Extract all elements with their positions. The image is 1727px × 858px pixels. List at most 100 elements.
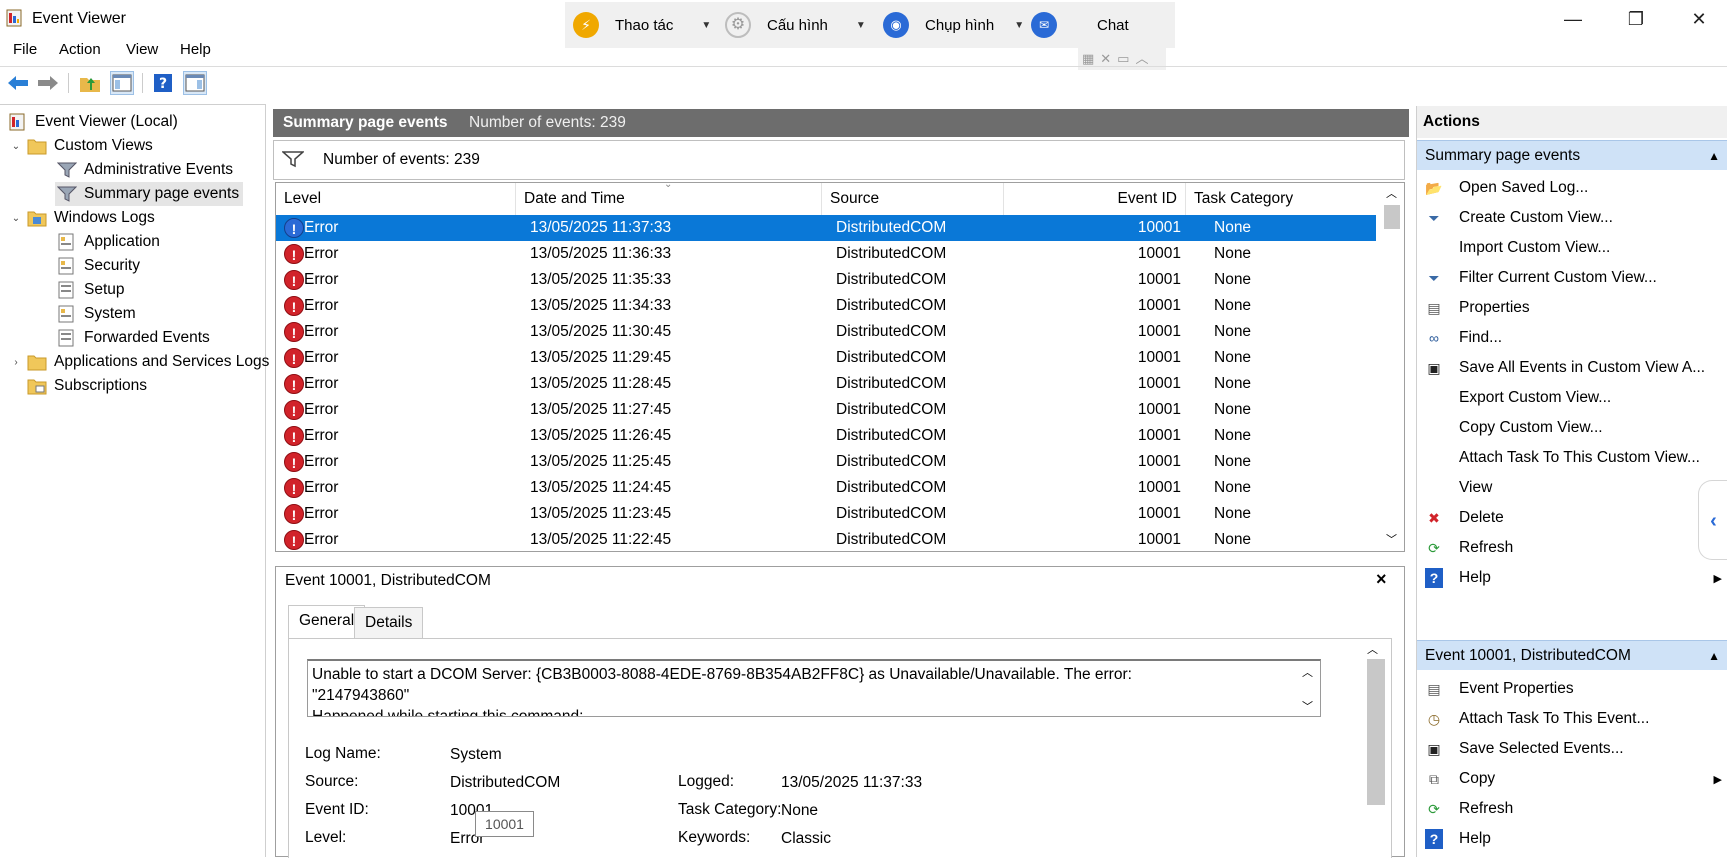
action-import-custom-view[interactable]: Import Custom View... (1417, 233, 1727, 263)
close-detail-button[interactable]: × (1376, 569, 1387, 590)
tree-item-windows-logs[interactable]: ⌄ Windows Logs (9, 206, 155, 230)
action-copy[interactable]: ⧉ Copy ▶ (1417, 764, 1727, 794)
table-row[interactable]: ! Error 13/05/2025 11:35:33 DistributedCOM 1… (276, 267, 1376, 293)
message-line: "2147943860" (312, 687, 410, 704)
action-create-custom-view[interactable]: ⏷ Create Custom View... (1417, 203, 1727, 233)
section-title: Summary page events (1425, 147, 1581, 164)
action-save-selected-events[interactable]: ▣ Save Selected Events... (1417, 734, 1727, 764)
tree-item-system[interactable]: System (57, 302, 136, 326)
menu-view[interactable]: View (126, 41, 158, 58)
action-label: View (1459, 479, 1493, 496)
table-row[interactable]: ! Error 13/05/2025 11:27:45 DistributedCOM 1… (276, 397, 1376, 423)
up-folder-button[interactable] (78, 71, 102, 95)
back-button[interactable] (6, 71, 30, 95)
column-header-event-id[interactable]: Event ID (1004, 183, 1186, 215)
action-attach-task-to-this-custom-view[interactable]: Attach Task To This Custom View... (1417, 443, 1727, 473)
tree-label: System (84, 305, 136, 322)
tab-details[interactable]: Details (354, 607, 424, 639)
help-icon: ? (1425, 568, 1443, 588)
table-row[interactable]: ! Error 13/05/2025 11:29:45 DistributedCOM 1… (276, 345, 1376, 371)
error-icon: ! (284, 270, 304, 290)
remote-side-handle[interactable]: ‹ (1698, 480, 1727, 560)
tree-item-setup[interactable]: Setup (57, 278, 125, 302)
menu-help[interactable]: Help (180, 41, 211, 58)
grid-vertical-scrollbar[interactable]: ︿ ﹀ (1380, 183, 1404, 551)
logged-label: Logged: (678, 773, 735, 790)
table-row[interactable]: ! Error 13/05/2025 11:25:45 DistributedCOM 1… (276, 449, 1376, 475)
action-properties[interactable]: ▤ Properties (1417, 293, 1727, 323)
tree-item-security[interactable]: Security (57, 254, 140, 278)
tree-item-applications-and-services-logs[interactable]: › Applications and Services Logs (9, 350, 269, 374)
action-delete[interactable]: ✖ Delete (1417, 503, 1727, 533)
scroll-up-icon[interactable]: ︿ (1386, 185, 1397, 201)
collapse-up-icon[interactable]: ▲ (1708, 641, 1720, 671)
table-row[interactable]: ! Error 13/05/2025 11:37:33 DistributedCOM 1… (276, 215, 1376, 241)
tree-label: Application (84, 233, 160, 250)
action-help[interactable]: ? Help (1417, 824, 1727, 854)
action-help[interactable]: ? Help ▶ (1417, 563, 1727, 593)
tree-label: Applications and Services Logs (54, 353, 270, 370)
column-header-source[interactable]: Source (822, 183, 1004, 215)
menu-file[interactable]: File (13, 41, 37, 58)
table-row[interactable]: ! Error 13/05/2025 11:23:45 DistributedCOM 1… (276, 501, 1376, 527)
action-event-properties[interactable]: ▤ Event Properties (1417, 674, 1727, 704)
help-toolbar-button[interactable]: ? (151, 71, 175, 95)
blank-icon (1423, 388, 1445, 408)
action-find[interactable]: ∞ Find... (1417, 323, 1727, 353)
action-export-custom-view[interactable]: Export Custom View... (1417, 383, 1727, 413)
tree-item-subscriptions[interactable]: Subscriptions (27, 374, 147, 398)
forward-button[interactable] (36, 71, 60, 95)
chevron-down-icon[interactable]: ⌄ (9, 213, 23, 224)
action-view[interactable]: View (1417, 473, 1727, 503)
restore-button[interactable]: ❐ (1613, 4, 1659, 34)
task-category-cell: None (1214, 245, 1252, 262)
scroll-down-icon[interactable]: ﹀ (1386, 531, 1397, 547)
source-cell: DistributedCOM (836, 505, 947, 522)
table-row[interactable]: ! Error 13/05/2025 11:36:33 DistributedCOM 1… (276, 241, 1376, 267)
table-row[interactable]: ! Error 13/05/2025 11:26:45 DistributedCOM 1… (276, 423, 1376, 449)
menu-action[interactable]: Action (59, 41, 101, 58)
event-message-box[interactable]: Unable to start a DCOM Server: {CB3B0003… (307, 659, 1321, 717)
actions-section-event[interactable]: Event 10001, DistributedCOM ▲ (1417, 640, 1727, 670)
show-hide-console-tree-button[interactable] (110, 71, 134, 95)
action-attach-task-to-this-event[interactable]: ◷ Attach Task To This Event... (1417, 704, 1727, 734)
message-scroll-up-icon[interactable]: ︿ (1302, 663, 1313, 684)
detail-scroll-up-icon[interactable]: ︿ (1367, 641, 1378, 657)
window-title: Event Viewer (32, 10, 126, 27)
task-category-cell: None (1214, 349, 1252, 366)
actions-section-summary[interactable]: Summary page events ▲ (1417, 140, 1727, 170)
action-save-all-events-in-custom-view-a[interactable]: ▣ Save All Events in Custom View A... (1417, 353, 1727, 383)
chevron-down-icon[interactable]: ⌄ (9, 141, 23, 152)
scroll-thumb[interactable] (1384, 205, 1400, 229)
table-row[interactable]: ! Error 13/05/2025 11:30:45 DistributedCOM 1… (276, 319, 1376, 345)
tree-item-application[interactable]: Application (57, 230, 160, 254)
close-button[interactable]: ✕ (1676, 4, 1722, 34)
properties-icon: ▤ (1427, 299, 1441, 316)
chevron-right-icon[interactable]: › (9, 357, 23, 368)
tree-item-administrative-events[interactable]: Administrative Events (57, 158, 233, 182)
tree-item-custom-views[interactable]: ⌄ Custom Views (9, 134, 153, 158)
message-scroll-down-icon[interactable]: ﹀ (1302, 697, 1313, 716)
detail-scroll-thumb[interactable] (1367, 659, 1385, 805)
tree-item-forwarded-events[interactable]: Forwarded Events (57, 326, 210, 350)
tree-item-event-viewer-local[interactable]: Event Viewer (Local) (8, 110, 178, 134)
action-refresh[interactable]: ⟳ Refresh (1417, 533, 1727, 563)
table-row[interactable]: ! Error 13/05/2025 11:28:45 DistributedCOM 1… (276, 371, 1376, 397)
toolbar: ? (0, 66, 1727, 98)
action-pane-icon (185, 74, 205, 92)
column-header-task-category[interactable]: Task Category (1186, 183, 1376, 215)
tree-item-summary-page-events[interactable]: Summary page events (55, 182, 244, 206)
date-time-cell: 13/05/2025 11:29:45 (530, 349, 672, 366)
action-open-saved-log[interactable]: 📂 Open Saved Log... (1417, 173, 1727, 203)
table-row[interactable]: ! Error 13/05/2025 11:22:45 DistributedCOM 1… (276, 527, 1376, 551)
collapse-up-icon[interactable]: ▲ (1708, 141, 1720, 171)
show-hide-action-pane-button[interactable] (183, 71, 207, 95)
minimize-button[interactable]: — (1550, 4, 1596, 34)
column-header-level[interactable]: Level (276, 183, 516, 215)
table-row[interactable]: ! Error 13/05/2025 11:34:33 DistributedCOM 1… (276, 293, 1376, 319)
action-refresh[interactable]: ⟳ Refresh (1417, 794, 1727, 824)
table-row[interactable]: ! Error 13/05/2025 11:24:45 DistributedCOM 1… (276, 475, 1376, 501)
action-filter-current-custom-view[interactable]: ⏷ Filter Current Custom View... (1417, 263, 1727, 293)
task-category-cell: None (1214, 453, 1252, 470)
action-copy-custom-view[interactable]: Copy Custom View... (1417, 413, 1727, 443)
